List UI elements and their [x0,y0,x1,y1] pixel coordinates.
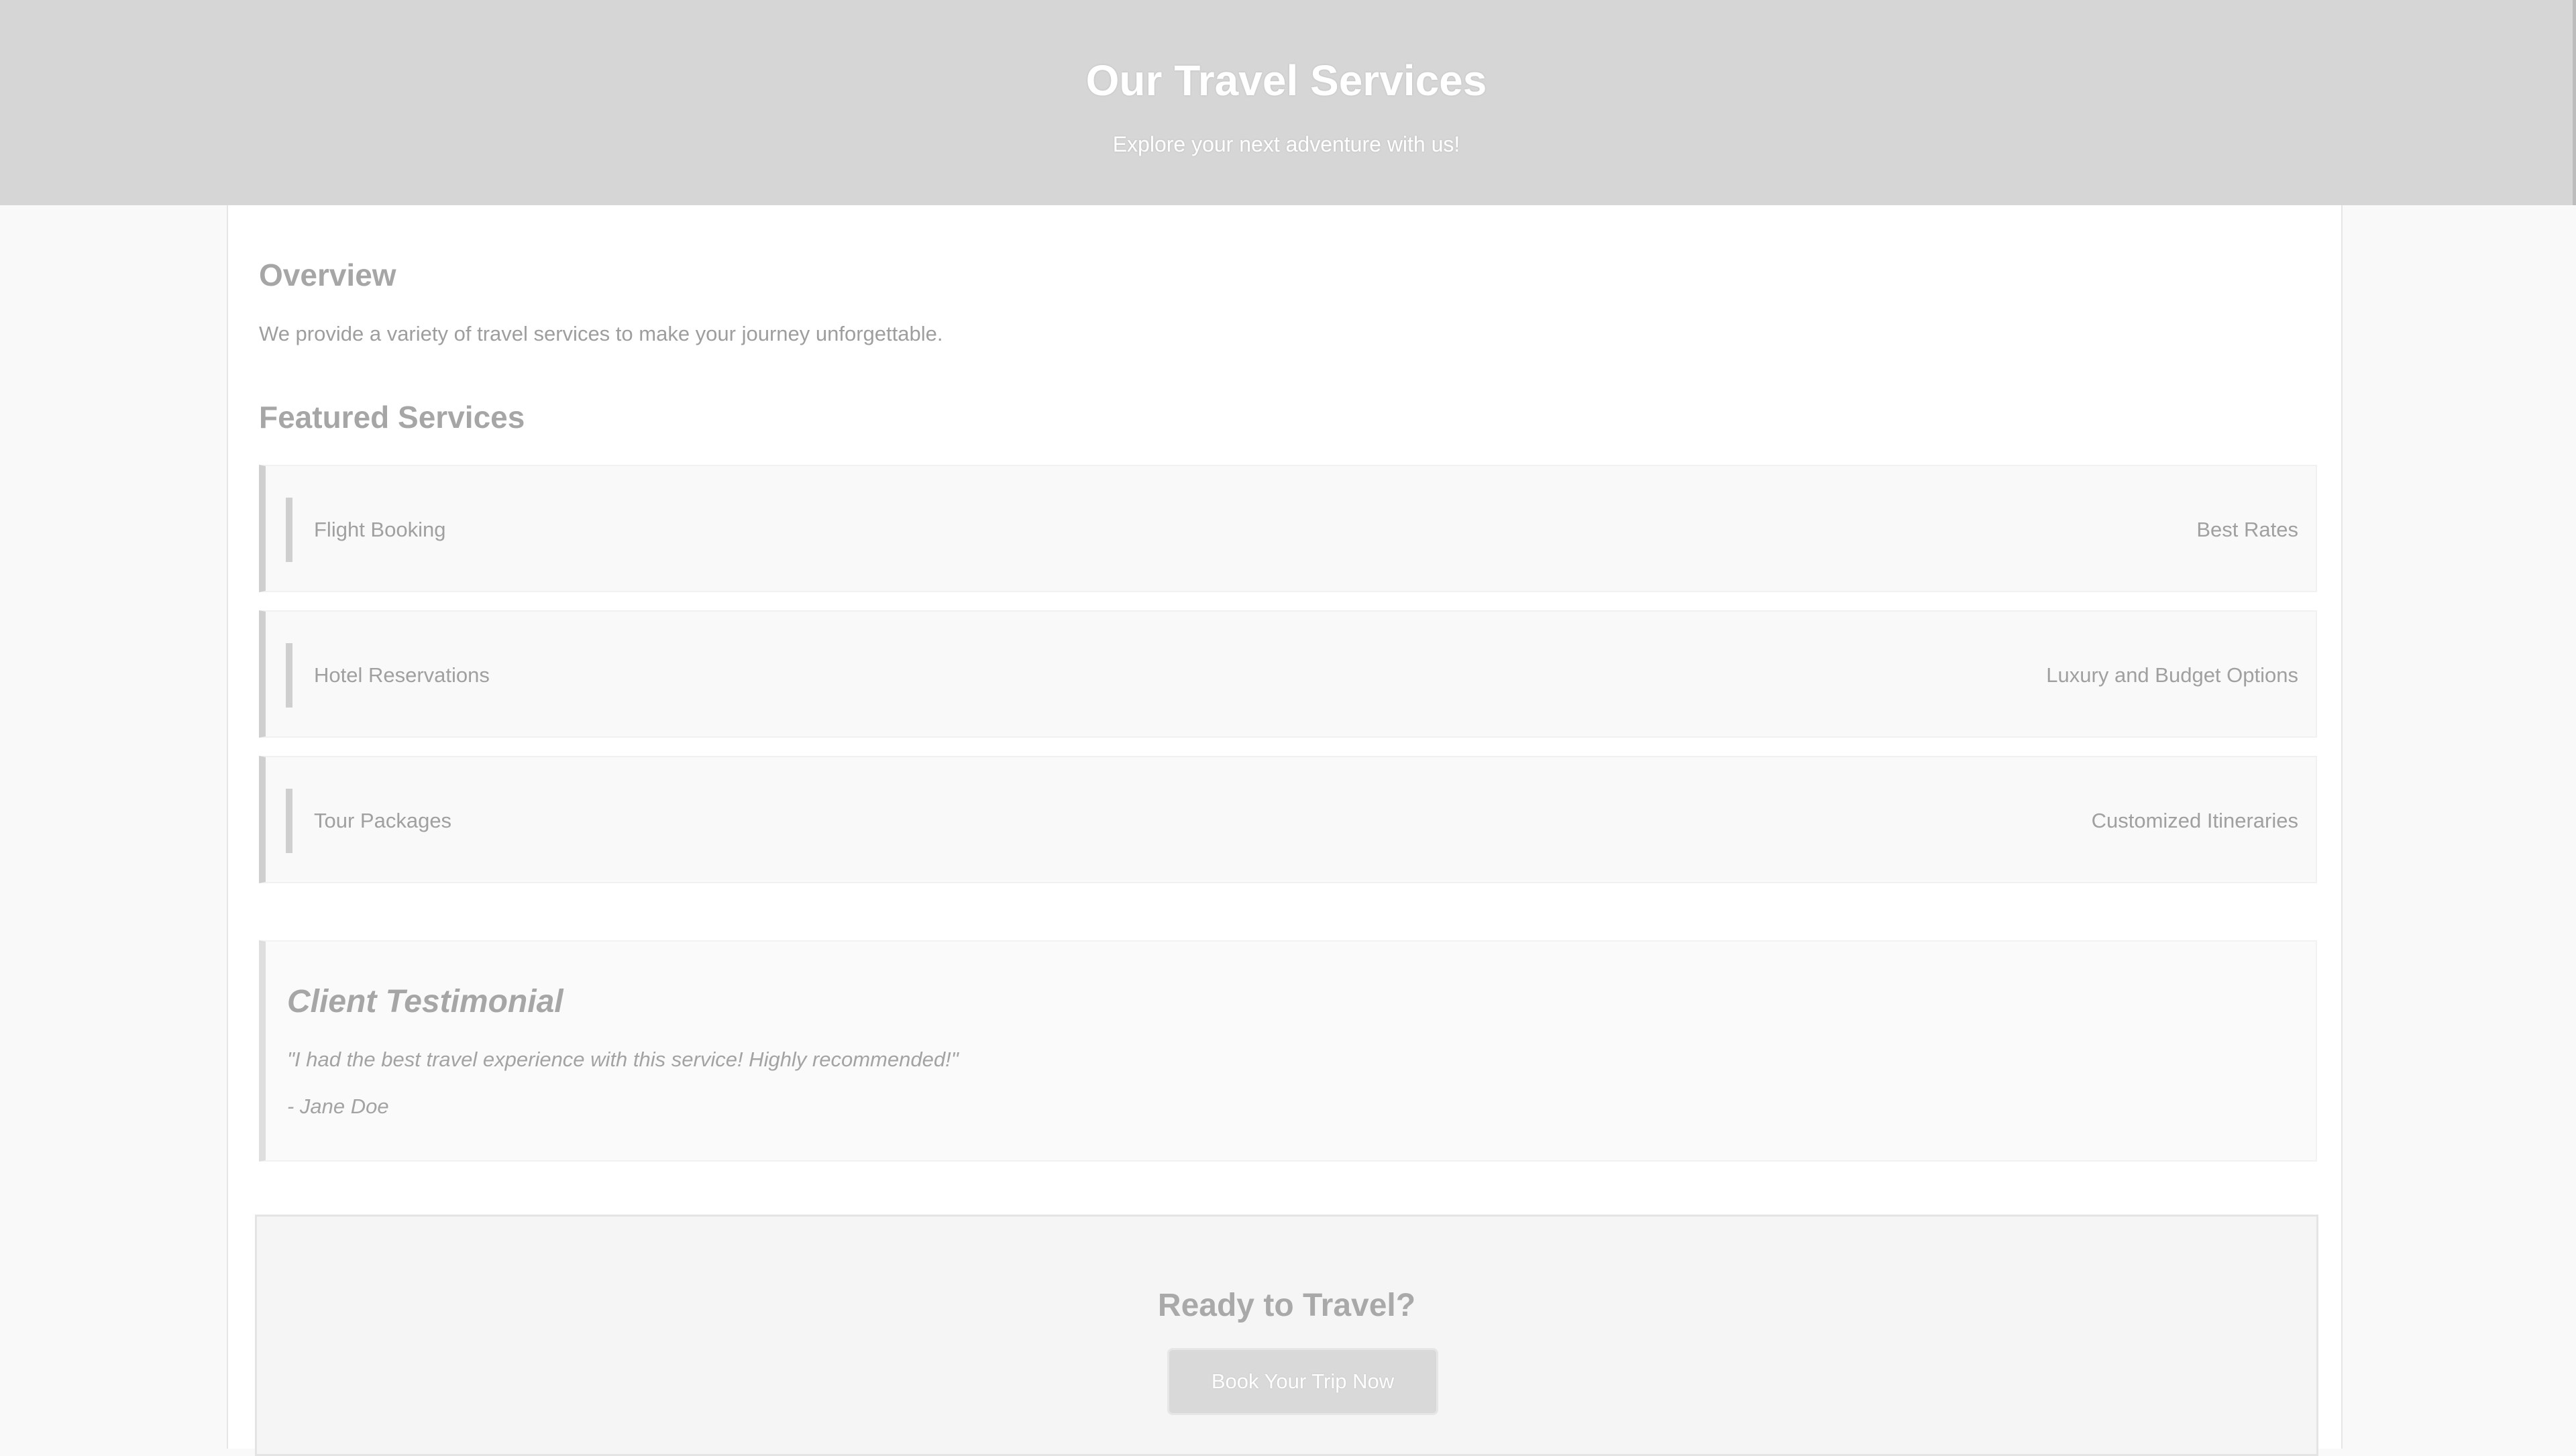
service-name: Flight Booking [314,518,446,541]
service-name: Tour Packages [314,809,452,832]
service-list: Flight Booking Best Rates Hotel Reservat… [259,465,2317,901]
overview-text: We provide a variety of travel services … [259,322,943,345]
service-accent-bar [286,498,292,562]
page-header: Our Travel Services Explore your next ad… [0,0,2576,205]
testimonial-card: Client Testimonial "I had the best trave… [259,940,2317,1162]
service-accent-bar [286,643,292,708]
service-tag: Luxury and Budget Options [2046,663,2298,687]
service-tag: Customized Itineraries [2091,809,2298,832]
service-tag: Best Rates [2196,518,2298,541]
testimonial-heading: Client Testimonial [287,984,564,1019]
overview-heading: Overview [259,258,396,292]
service-card-flight-booking: Flight Booking Best Rates [259,465,2317,592]
testimonial-author: - Jane Doe [287,1095,389,1118]
book-trip-button[interactable]: Book Your Trip Now [1167,1348,1438,1415]
page-subtitle: Explore your next adventure with us! [1112,132,1460,156]
service-card-hotel-reservations: Hotel Reservations Luxury and Budget Opt… [259,610,2317,738]
service-card-tour-packages: Tour Packages Customized Itineraries [259,756,2317,883]
service-name: Hotel Reservations [314,663,490,687]
cta-heading: Ready to Travel? [1157,1288,1416,1323]
call-to-action-section: Ready to Travel? Book Your Trip Now [255,1215,2318,1456]
featured-services-heading: Featured Services [259,400,525,435]
testimonial-quote: "I had the best travel experience with t… [287,1048,959,1071]
main-content: Overview We provide a variety of travel … [227,205,2343,1456]
page-title: Our Travel Services [1085,56,1487,105]
service-accent-bar [286,789,292,853]
